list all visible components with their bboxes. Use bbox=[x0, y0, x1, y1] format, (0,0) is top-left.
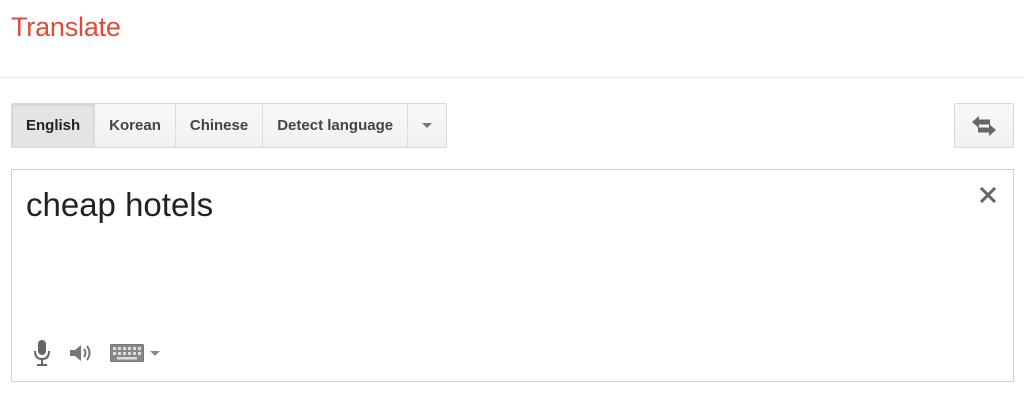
chevron-down-icon bbox=[150, 350, 160, 356]
chevron-down-icon bbox=[422, 123, 433, 128]
lang-tab-korean[interactable]: Korean bbox=[95, 104, 176, 147]
swap-languages-button[interactable] bbox=[954, 103, 1014, 148]
language-dropdown-button[interactable] bbox=[408, 104, 447, 147]
lang-tab-detect-language[interactable]: Detect language bbox=[263, 104, 409, 147]
speaker-icon bbox=[70, 345, 91, 361]
lang-tab-english[interactable]: English bbox=[12, 104, 96, 147]
listen-button[interactable] bbox=[68, 342, 94, 364]
input-tools-button[interactable] bbox=[110, 344, 160, 362]
clear-text-button[interactable] bbox=[977, 184, 999, 206]
source-text[interactable]: cheap hotels bbox=[26, 186, 213, 224]
lang-tab-chinese[interactable]: Chinese bbox=[175, 104, 264, 147]
source-text-area[interactable]: cheap hotels bbox=[11, 169, 1014, 382]
close-icon bbox=[979, 186, 997, 204]
swap-languages-icon bbox=[972, 115, 996, 136]
microphone-icon bbox=[34, 340, 50, 366]
keyboard-icon bbox=[110, 344, 144, 362]
voice-input-button[interactable] bbox=[32, 339, 52, 367]
app-title: Translate bbox=[11, 12, 121, 42]
app-header: Translate bbox=[0, 0, 1024, 78]
source-language-bar: English Korean Chinese Detect language bbox=[11, 103, 448, 148]
input-tools-toolbar bbox=[32, 338, 160, 368]
